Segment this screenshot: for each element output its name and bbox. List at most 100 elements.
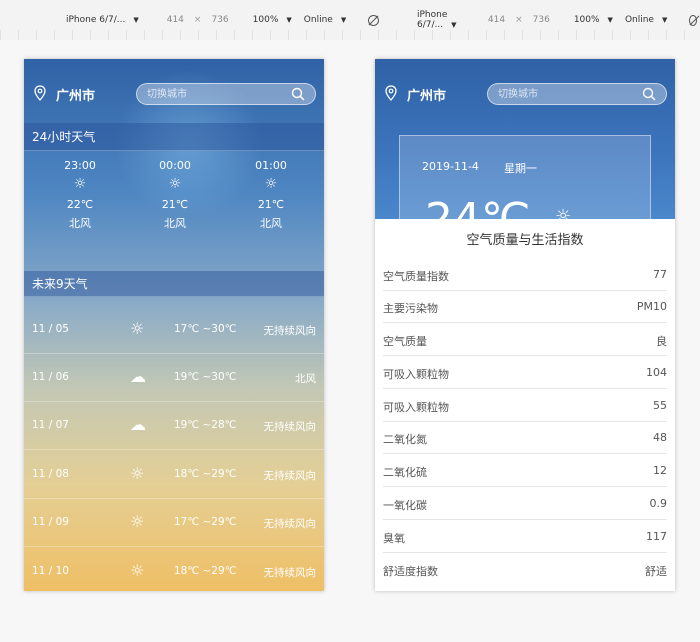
device-toolbar-right: iPhone 6/7/... ▼ 414 × 736 100% ▼ Online ▼ — [417, 10, 700, 30]
sun-icon: ☼ — [130, 561, 145, 580]
dropdown-arrow-icon: ▼ — [607, 16, 613, 24]
search-icon[interactable] — [291, 87, 305, 101]
aq-row: 主要污染物 PM10 — [383, 291, 667, 323]
aq-row: 可吸入颗粒物 104 — [383, 357, 667, 389]
day-range: 18℃ ~29℃ — [174, 468, 237, 480]
daily-row: 11 / 10 ☼ 18℃ ~29℃ 无持续风向 — [24, 548, 324, 591]
search-bar[interactable] — [487, 83, 667, 105]
height-field[interactable]: 736 — [533, 15, 550, 25]
hour-wind: 北风 — [260, 217, 282, 230]
hourly-item: 01:00 ☼ 21℃ 北风 — [241, 159, 301, 233]
width-field[interactable]: 414 — [167, 15, 184, 25]
search-bar[interactable] — [136, 83, 316, 105]
cloudy-icon: ☁ — [130, 415, 146, 434]
aq-label: 可吸入颗粒物 — [383, 368, 449, 381]
daily-row: 11 / 07 ☁ 19℃ ~28℃ 无持续风向 — [24, 402, 324, 450]
day-range: 17℃ ~29℃ — [174, 516, 237, 528]
network-select[interactable]: Online ▼ — [304, 15, 352, 25]
current-temp: 24℃ — [425, 194, 530, 219]
hour-wind: 北风 — [69, 217, 91, 230]
aq-value: 0.9 — [649, 497, 668, 510]
width-field[interactable]: 414 — [488, 15, 505, 25]
hour-wind: 北风 — [164, 217, 186, 230]
ruler — [0, 30, 700, 40]
zoom-select[interactable]: 100% ▼ — [574, 15, 619, 25]
aq-value: 48 — [653, 431, 667, 444]
aq-row: 臭氧 117 — [383, 521, 667, 553]
aq-value: 104 — [646, 366, 667, 379]
aq-label: 主要污染物 — [383, 302, 438, 315]
day-date: 11 / 05 — [32, 323, 69, 335]
search-input[interactable] — [147, 87, 282, 102]
height-field[interactable]: 736 — [211, 15, 228, 25]
device-select[interactable]: iPhone 6/7/... ▼ — [417, 10, 466, 30]
aq-label: 臭氧 — [383, 532, 405, 545]
hour-temp: 21℃ — [161, 198, 189, 211]
aq-value: 77 — [653, 268, 667, 281]
day-date: 11 / 09 — [32, 516, 69, 528]
day-wind: 无持续风向 — [263, 518, 317, 530]
cloudy-icon: ☁ — [130, 367, 146, 386]
aq-row: 二氧化氮 48 — [383, 422, 667, 454]
day-wind: 北风 — [295, 373, 316, 385]
aq-row: 可吸入颗粒物 55 — [383, 390, 667, 422]
date-text: 2019-11-4 — [422, 160, 479, 173]
hour-time: 23:00 — [64, 159, 96, 172]
search-icon[interactable] — [642, 87, 656, 101]
daily-row: 11 / 09 ☼ 17℃ ~29℃ 无持续风向 — [24, 499, 324, 547]
day-date: 11 / 08 — [32, 468, 69, 480]
daily-row: 11 / 05 ☼ 17℃ ~30℃ 无持续风向 — [24, 306, 324, 354]
sun-icon: ☼ — [130, 464, 145, 483]
aq-row: 舒适度指数 舒适 — [383, 554, 667, 586]
aq-value: 良 — [656, 335, 667, 348]
city-name[interactable]: 广州市 — [407, 85, 446, 104]
header: 广州市 — [24, 59, 324, 119]
aq-row: 一氧化碳 0.9 — [383, 488, 667, 520]
aq-label: 二氧化氮 — [383, 433, 427, 446]
hour-time: 01:00 — [255, 159, 287, 172]
day-wind: 无持续风向 — [263, 567, 317, 579]
date-card: 2019-11-4 星期一 24℃ ☼ — [399, 135, 651, 219]
rotate-icon[interactable] — [689, 14, 697, 26]
hourly-item: 23:00 ☼ 22℃ 北风 — [50, 159, 110, 233]
day-range: 18℃ ~29℃ — [174, 565, 237, 577]
city-name[interactable]: 广州市 — [56, 85, 95, 104]
network-select[interactable]: Online ▼ — [625, 15, 673, 25]
air-quality-sheet: 空气质量与生活指数 空气质量指数 77 主要污染物 PM10 空气质量 良 可吸入颗粒… — [375, 219, 675, 591]
aq-label: 二氧化硫 — [383, 466, 427, 479]
aq-value: 12 — [653, 464, 667, 477]
aq-value: 舒适 — [645, 565, 667, 578]
device-toolbar-left: iPhone 6/7/... ▼ 414 × 736 100% ▼ Online ▼ — [66, 12, 385, 28]
day-date: 11 / 06 — [32, 371, 69, 383]
phone-air-quality: 广州市 2019-11-4 星期一 24℃ ☼ 空气质量与生活指数 空气质量指数… — [375, 59, 675, 591]
hourly-item: 00:00 ☼ 21℃ 北风 — [145, 159, 205, 233]
hourly-title: 24小时天气 — [24, 123, 324, 151]
aq-value: 55 — [653, 399, 667, 412]
aq-label: 空气质量 — [383, 335, 427, 348]
phone-weather-forecast: 广州市 24小时天气 23:00 ☼ 22℃ 北风 00:00 ☼ 21℃ 北风… — [24, 59, 324, 591]
dropdown-arrow-icon: ▼ — [661, 16, 668, 24]
location-pin-icon — [385, 85, 397, 101]
daily-row: 11 / 06 ☁ 19℃ ~30℃ 北风 — [24, 354, 324, 402]
day-wind: 无持续风向 — [263, 325, 317, 337]
day-range: 19℃ ~28℃ — [174, 419, 237, 431]
aq-label: 舒适度指数 — [383, 565, 438, 578]
device-select[interactable]: iPhone 6/7/... ▼ — [66, 15, 145, 25]
aq-row: 空气质量 良 — [383, 324, 667, 356]
zoom-select[interactable]: 100% ▼ — [253, 15, 298, 25]
day-range: 17℃ ~30℃ — [174, 323, 237, 335]
devtools-toolbar: iPhone 6/7/... ▼ 414 × 736 100% ▼ Online ▼ … — [0, 0, 700, 40]
sun-icon: ☼ — [264, 176, 278, 192]
day-date: 11 / 10 — [32, 565, 69, 577]
weather-hero: 广州市 2019-11-4 星期一 24℃ ☼ — [375, 59, 675, 219]
search-input[interactable] — [498, 87, 633, 102]
day-wind: 无持续风向 — [263, 421, 317, 433]
daily-row: 11 / 08 ☼ 18℃ ~29℃ 无持续风向 — [24, 451, 324, 499]
sheet-title: 空气质量与生活指数 — [466, 233, 584, 248]
hour-temp: 21℃ — [257, 198, 285, 211]
dropdown-arrow-icon: ▼ — [133, 16, 139, 24]
aq-value: 117 — [646, 530, 667, 543]
rotate-icon[interactable] — [368, 14, 380, 26]
aq-row: 二氧化硫 12 — [383, 455, 667, 487]
dropdown-arrow-icon: ▼ — [451, 21, 457, 29]
